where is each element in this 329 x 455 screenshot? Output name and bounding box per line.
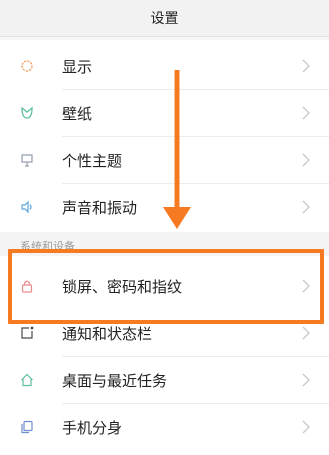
settings-item-label: 通知和状态栏 [62, 324, 153, 343]
sun-icon [19, 58, 35, 74]
wallpaper-icon [19, 105, 35, 121]
settings-item-label: 桌面与最近任务 [62, 371, 168, 390]
settings-item-label: 手机分身 [62, 418, 123, 437]
settings-group-display: 显示 壁纸 个性主题 声音和振动 [0, 40, 329, 232]
chevron-right-icon [302, 326, 310, 340]
chevron-right-icon [302, 153, 310, 167]
settings-item-home-screen[interactable]: 桌面与最近任务 [0, 357, 329, 403]
speaker-icon [19, 199, 35, 215]
home-icon [19, 372, 35, 388]
settings-item-label: 壁纸 [62, 104, 93, 123]
chevron-right-icon [302, 106, 310, 120]
settings-item-label: 显示 [62, 57, 93, 76]
chevron-right-icon [302, 420, 310, 434]
chevron-right-icon [302, 59, 310, 73]
settings-item-theme[interactable]: 个性主题 [0, 137, 329, 183]
highlight-box [8, 249, 324, 324]
settings-item-second-space[interactable]: 手机分身 [0, 404, 329, 450]
clone-icon [19, 419, 35, 435]
settings-item-label: 声音和振动 [62, 198, 138, 217]
chevron-right-icon [302, 200, 310, 214]
notification-icon [19, 325, 35, 341]
settings-item-display[interactable]: 显示 [0, 43, 329, 89]
settings-item-sound[interactable]: 声音和振动 [0, 184, 329, 230]
title-bar: 设置 [0, 0, 329, 37]
settings-item-wallpaper[interactable]: 壁纸 [0, 90, 329, 136]
settings-item-label: 个性主题 [62, 151, 123, 170]
theme-icon [19, 152, 35, 168]
chevron-right-icon [302, 373, 310, 387]
page-title: 设置 [150, 11, 179, 27]
